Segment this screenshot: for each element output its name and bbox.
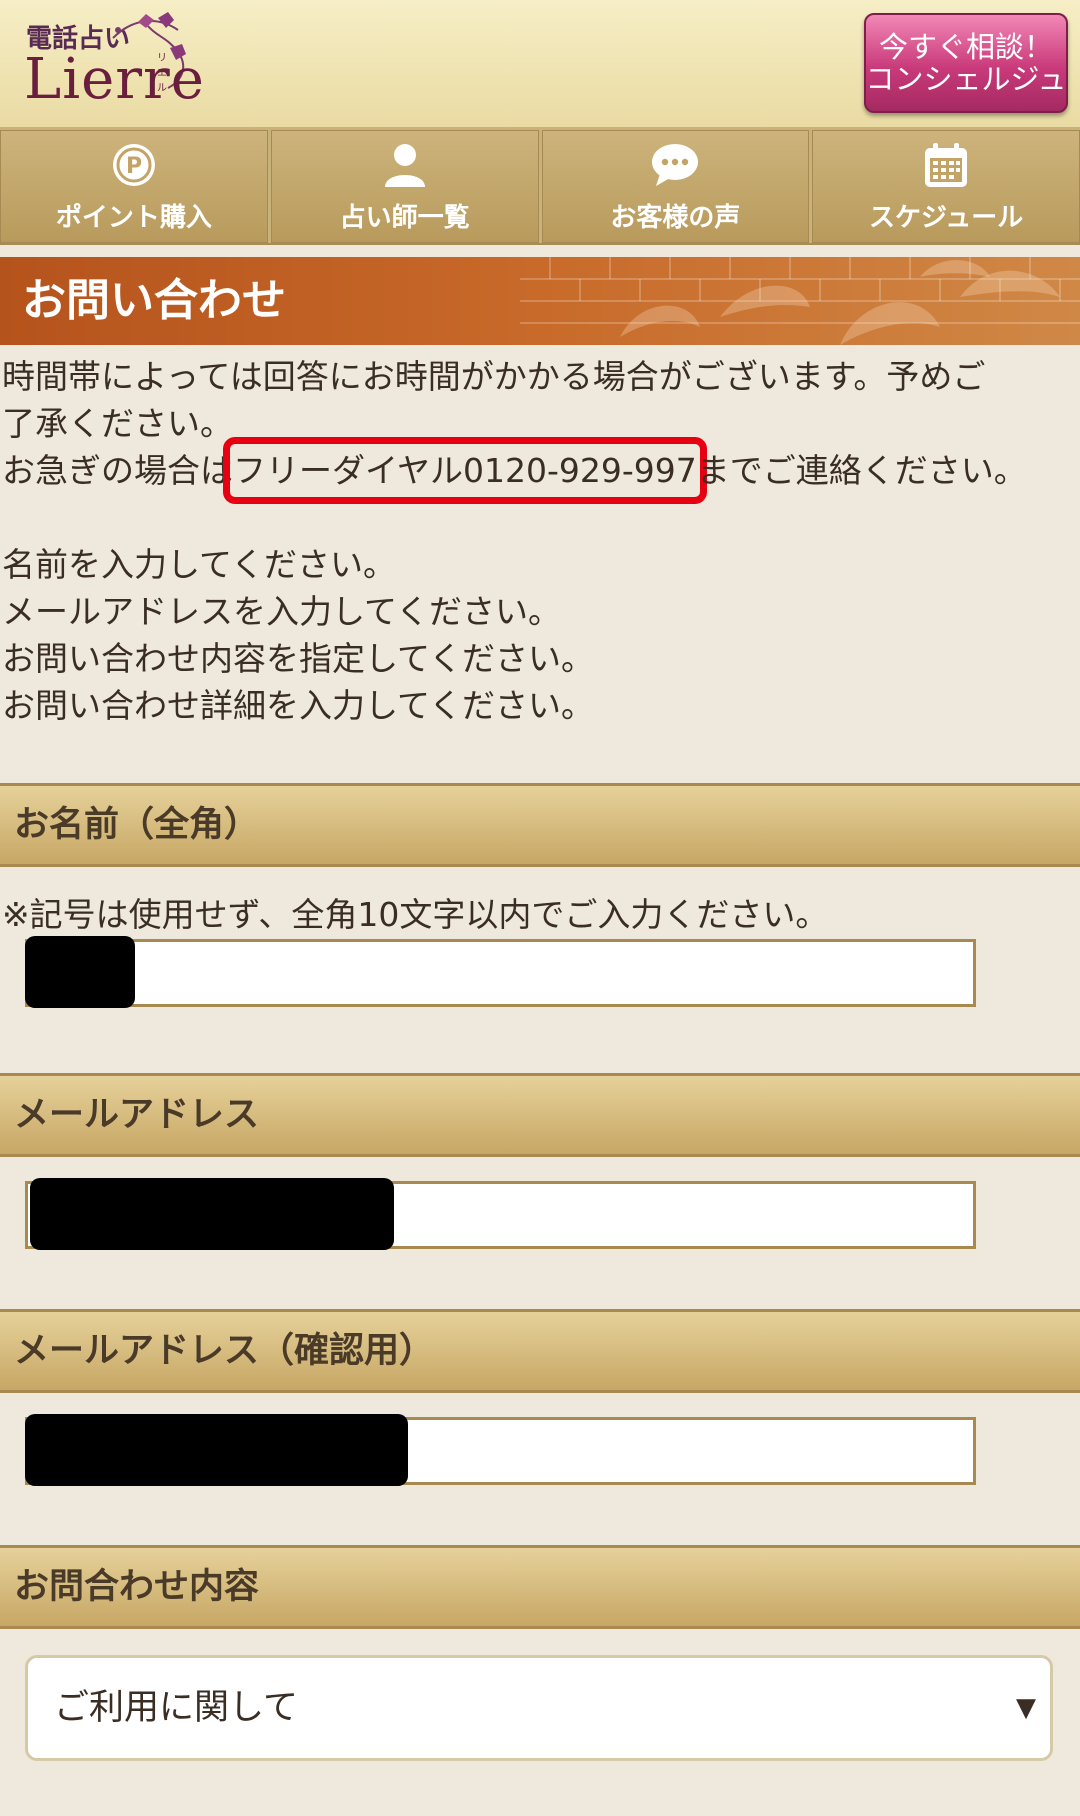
- cta-line-1: 今すぐ相談！: [878, 30, 1053, 64]
- error-message: メールアドレスを入力してください。: [2, 592, 562, 631]
- concierge-consult-button[interactable]: 今すぐ相談！ コンシェルジュ: [864, 13, 1068, 113]
- point-icon: P: [110, 139, 158, 191]
- email-confirm-section-header: メールアドレス（確認用）: [0, 1309, 1080, 1393]
- nav-label: 占い師一覧: [339, 203, 470, 233]
- notice-line: 時間帯によっては回答にお時間がかかる場合がございます。予めご: [2, 357, 986, 396]
- inquiry-section-header: お問合わせ内容: [0, 1545, 1080, 1629]
- calendar-icon: [922, 139, 970, 191]
- svg-text:P: P: [126, 154, 142, 179]
- logo-wordmark: Lierre: [24, 47, 205, 112]
- name-hint: ※記号は使用せず、全角10文字以内でご入力ください。: [2, 895, 829, 934]
- nav-item-customer-voices[interactable]: お客様の声: [541, 130, 810, 243]
- nav-item-schedule[interactable]: スケジュール: [812, 130, 1080, 243]
- redacted-value: [30, 1178, 394, 1250]
- email-confirm-field[interactable]: [25, 1414, 976, 1486]
- error-message: 名前を入力してください。: [2, 545, 397, 584]
- redacted-value: [25, 936, 135, 1008]
- nav-item-fortune-tellers[interactable]: 占い師一覧: [270, 130, 539, 243]
- redacted-value: [25, 1414, 408, 1486]
- name-section-header: お名前（全角）: [0, 783, 1080, 867]
- dropdown-arrow-icon: ▼: [1016, 1693, 1036, 1723]
- chat-bubble-icon: [650, 139, 700, 191]
- person-icon: [381, 139, 429, 191]
- error-message: お問い合わせ内容を指定してください。: [2, 639, 595, 678]
- notice-suffix: までご連絡ください。: [696, 451, 1027, 490]
- nav-item-point-purchase[interactable]: P ポイント購入: [0, 130, 268, 243]
- page-title-bar: お問い合わせ: [0, 257, 1080, 345]
- site-header: 電話占い Lierre リエル 今すぐ相談！ コンシェルジュ: [0, 0, 1080, 130]
- nav-label: スケジュール: [869, 203, 1024, 233]
- email-section-header: メールアドレス: [0, 1073, 1080, 1157]
- free-dial-phone-link[interactable]: フリーダイヤル0120-929-997: [223, 437, 707, 504]
- notice-line: お急ぎの場合はフリーダイヤル0120-929-997までご連絡ください。: [2, 437, 1080, 504]
- main-nav: P ポイント購入 占い師一覧 お客様の声 スケジュール: [0, 130, 1080, 245]
- inquiry-selected-value: ご利用に関して: [54, 1688, 298, 1728]
- name-field[interactable]: [25, 936, 976, 1008]
- notice-prefix: お急ぎの場合は: [2, 451, 233, 490]
- notice-line: 了承ください。: [2, 404, 233, 443]
- notice-block: 時間帯によっては回答にお時間がかかる場合がございます。予めご 了承ください。 お…: [0, 345, 1080, 729]
- email-field[interactable]: [25, 1178, 976, 1250]
- error-message: お問い合わせ詳細を入力してください。: [2, 686, 595, 725]
- nav-label: お客様の声: [610, 203, 741, 233]
- inquiry-type-select[interactable]: ご利用に関して ▼: [25, 1655, 1053, 1761]
- cta-line-2: コンシェルジュ: [865, 62, 1067, 96]
- nav-label: ポイント購入: [55, 203, 212, 233]
- logo-reading: リエル: [157, 53, 167, 94]
- leaf-pattern-icon: [520, 257, 1080, 345]
- page-title: お問い合わせ: [22, 275, 286, 326]
